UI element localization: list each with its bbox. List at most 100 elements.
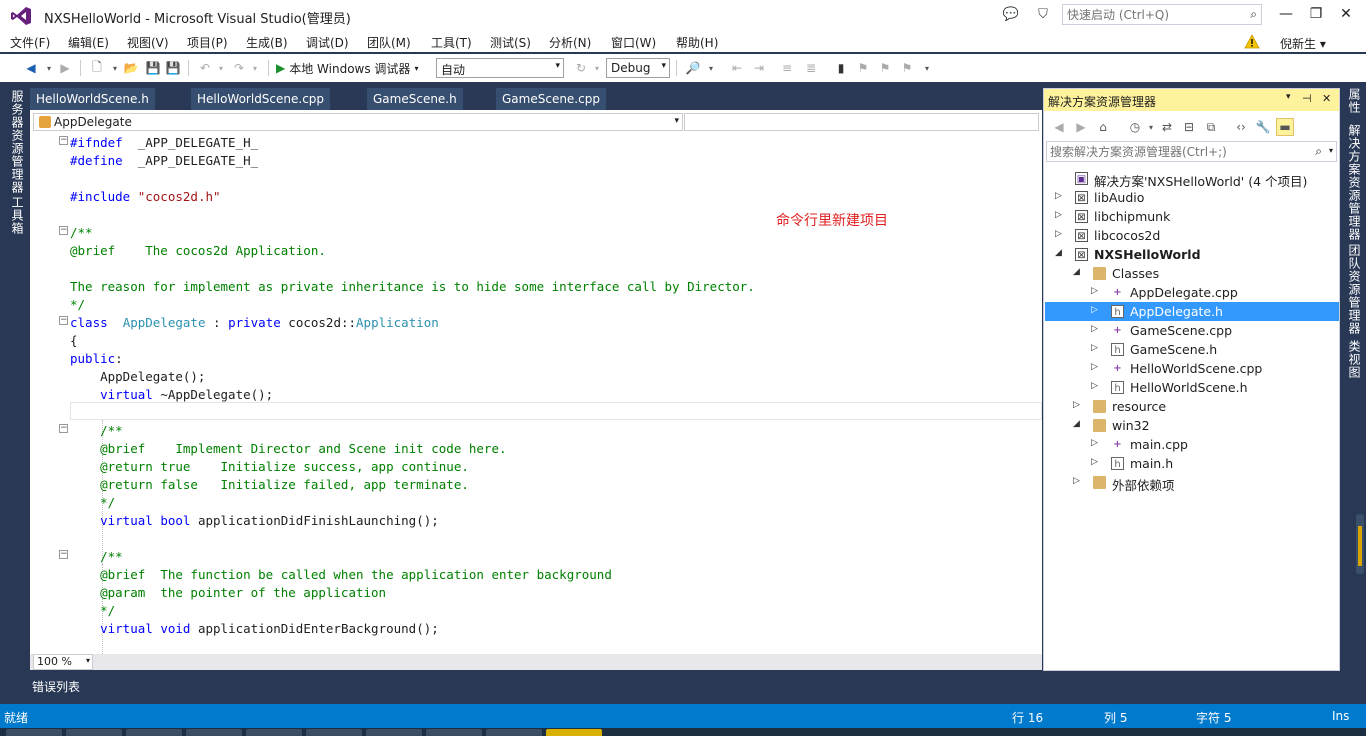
expanded-arrow-icon[interactable]: ◢	[1055, 248, 1062, 258]
menu-build[interactable]: 生成(B)	[246, 34, 288, 51]
platform-combo[interactable]: 自动 ▾	[436, 58, 564, 78]
indent-icon[interactable]: ⇤	[728, 59, 746, 77]
tree-item[interactable]: ▷ resource	[1045, 397, 1339, 416]
taskbar-item[interactable]	[366, 729, 422, 736]
tab-gamescene-h[interactable]: GameScene.h	[367, 88, 463, 110]
taskbar-item[interactable]	[306, 729, 362, 736]
collapsed-arrow-icon[interactable]: ▷	[1055, 191, 1062, 201]
tree-item[interactable]: ▷ + GameScene.cpp	[1045, 321, 1339, 340]
pin-icon[interactable]: ⊣	[1302, 92, 1312, 105]
tree-item[interactable]: ▷ h HelloWorldScene.h	[1045, 378, 1339, 397]
menu-project[interactable]: 项目(P)	[187, 34, 228, 51]
comment-icon[interactable]: ≡	[778, 59, 796, 77]
prev-bookmark-icon[interactable]: ⚑	[854, 59, 872, 77]
redo-dropdown-icon[interactable]: ▾	[246, 59, 264, 77]
preview-selected-icon[interactable]: ▬	[1276, 118, 1294, 136]
menu-debug[interactable]: 调试(D)	[306, 34, 349, 51]
collapsed-arrow-icon[interactable]: ▷	[1073, 400, 1080, 410]
restore-button[interactable]: ❐	[1302, 4, 1330, 24]
close-icon[interactable]: ✕	[1322, 92, 1331, 105]
user-account[interactable]: 倪新生 ▾	[1280, 35, 1326, 52]
tree-item[interactable]: ▷ h AppDelegate.h	[1045, 302, 1339, 321]
collapsed-arrow-icon[interactable]: ▷	[1091, 362, 1098, 372]
fold-toggle[interactable]: −	[59, 424, 68, 433]
collapsed-arrow-icon[interactable]: ▷	[1091, 381, 1098, 391]
fold-toggle[interactable]: −	[59, 226, 68, 235]
taskbar-item[interactable]	[6, 729, 62, 736]
uncomment-icon[interactable]: ≣	[802, 59, 820, 77]
tree-item[interactable]: ◢ ⊠ NXSHelloWorld	[1045, 245, 1339, 264]
tab-helloworldscene-cpp[interactable]: HelloWorldScene.cpp	[191, 88, 331, 110]
feedback-icon[interactable]: 💬	[1002, 5, 1020, 23]
tree-item[interactable]: ◢ Classes	[1045, 264, 1339, 283]
next-bookmark-icon[interactable]: ⚑	[876, 59, 894, 77]
collapse-all-icon[interactable]: ⊟	[1180, 118, 1198, 136]
collapsed-arrow-icon[interactable]: ▷	[1091, 438, 1098, 448]
properties-icon[interactable]: 🔧	[1254, 118, 1272, 136]
menu-test[interactable]: 测试(S)	[490, 34, 531, 51]
class-view-tab[interactable]: 类视图	[1346, 340, 1363, 379]
search-icon[interactable]: ⌕	[1315, 144, 1322, 159]
collapsed-arrow-icon[interactable]: ▷	[1091, 457, 1098, 467]
collapsed-arrow-icon[interactable]: ▷	[1091, 324, 1098, 334]
collapsed-arrow-icon[interactable]: ▷	[1091, 343, 1098, 353]
tree-item[interactable]: ▷ h main.h	[1045, 454, 1339, 473]
properties-tab[interactable]: 属性	[1346, 88, 1363, 114]
menu-edit[interactable]: 编辑(E)	[68, 34, 109, 51]
menu-window[interactable]: 窗口(W)	[611, 34, 656, 51]
menu-view[interactable]: 视图(V)	[127, 34, 169, 51]
taskbar-item[interactable]	[66, 729, 122, 736]
class-scope-combo[interactable]: AppDelegate ▾	[33, 113, 683, 131]
chevron-down-icon[interactable]: ▾	[1329, 146, 1333, 155]
bookmark-icon[interactable]: ▮	[832, 59, 850, 77]
collapsed-arrow-icon[interactable]: ▷	[1055, 210, 1062, 220]
refresh-dropdown-icon[interactable]: ▾	[588, 59, 606, 77]
panel-menu-icon[interactable]: ▾	[1286, 92, 1291, 102]
menu-team[interactable]: 团队(M)	[367, 34, 411, 51]
tree-item[interactable]: ▷ h GameScene.h	[1045, 340, 1339, 359]
tree-item[interactable]: ▷ + main.cpp	[1045, 435, 1339, 454]
start-debugging-button[interactable]: ▶ 本地 Windows 调试器 ▾	[276, 59, 418, 77]
save-icon[interactable]: 💾	[144, 59, 162, 77]
menu-analyze[interactable]: 分析(N)	[549, 34, 591, 51]
collapsed-arrow-icon[interactable]: ▷	[1055, 229, 1062, 239]
fold-toggle[interactable]: −	[59, 550, 68, 559]
forward-icon[interactable]: ▶	[1072, 118, 1090, 136]
error-list-tab[interactable]: 错误列表	[26, 676, 86, 696]
zoom-combo[interactable]: 100 % ▾	[33, 654, 93, 670]
quick-launch-input[interactable]	[1063, 5, 1239, 24]
quick-launch-box[interactable]: ⌕	[1062, 4, 1262, 25]
tree-item[interactable]: ◢ win32	[1045, 416, 1339, 435]
expanded-arrow-icon[interactable]: ◢	[1073, 419, 1080, 429]
back-icon[interactable]: ◀	[22, 59, 40, 77]
taskbar-item[interactable]	[426, 729, 482, 736]
find-dropdown-icon[interactable]: ▾	[702, 59, 720, 77]
tab-helloworldscene-h[interactable]: HelloWorldScene.h	[30, 88, 155, 110]
debugger-dropdown-icon[interactable]: ▾	[414, 64, 418, 73]
solution-search-input[interactable]	[1047, 142, 1312, 161]
fold-toggle[interactable]: −	[59, 316, 68, 325]
collapsed-arrow-icon[interactable]: ▷	[1091, 286, 1098, 296]
filter-icon[interactable]: ⛉	[1034, 5, 1052, 23]
toolbar-overflow-icon[interactable]: ▾	[918, 59, 936, 77]
solution-search-box[interactable]: ⌕ ▾	[1046, 141, 1337, 162]
solution-explorer-tab[interactable]: 解决方案资源管理器	[1346, 124, 1363, 241]
taskbar-item-active[interactable]	[546, 729, 602, 736]
code-editor[interactable]: − − − − − #ifndef _APP_DELEGATE_H_ #defin…	[30, 132, 1042, 654]
taskbar-item[interactable]	[486, 729, 542, 736]
collapsed-arrow-icon[interactable]: ▷	[1091, 305, 1098, 315]
tree-item[interactable]: ▷ 外部依赖项	[1045, 473, 1339, 493]
open-file-icon[interactable]: 📂	[122, 59, 140, 77]
menu-file[interactable]: 文件(F)	[10, 34, 50, 51]
show-all-files-icon[interactable]: ⧉	[1202, 118, 1220, 136]
outdent-icon[interactable]: ⇥	[750, 59, 768, 77]
fold-toggle[interactable]: −	[59, 136, 68, 145]
forward-icon[interactable]: ▶	[56, 59, 74, 77]
warning-icon[interactable]	[1244, 34, 1260, 49]
search-icon[interactable]: ⌕	[1250, 7, 1257, 22]
team-explorer-tab[interactable]: 团队资源管理器	[1346, 244, 1363, 335]
tree-item[interactable]: ▷ + AppDelegate.cpp	[1045, 283, 1339, 302]
close-button[interactable]: ✕	[1332, 4, 1360, 24]
minimize-button[interactable]: —	[1272, 4, 1300, 24]
tree-item[interactable]: ▣ 解决方案'NXSHelloWorld' (4 个项目)	[1045, 169, 1339, 189]
